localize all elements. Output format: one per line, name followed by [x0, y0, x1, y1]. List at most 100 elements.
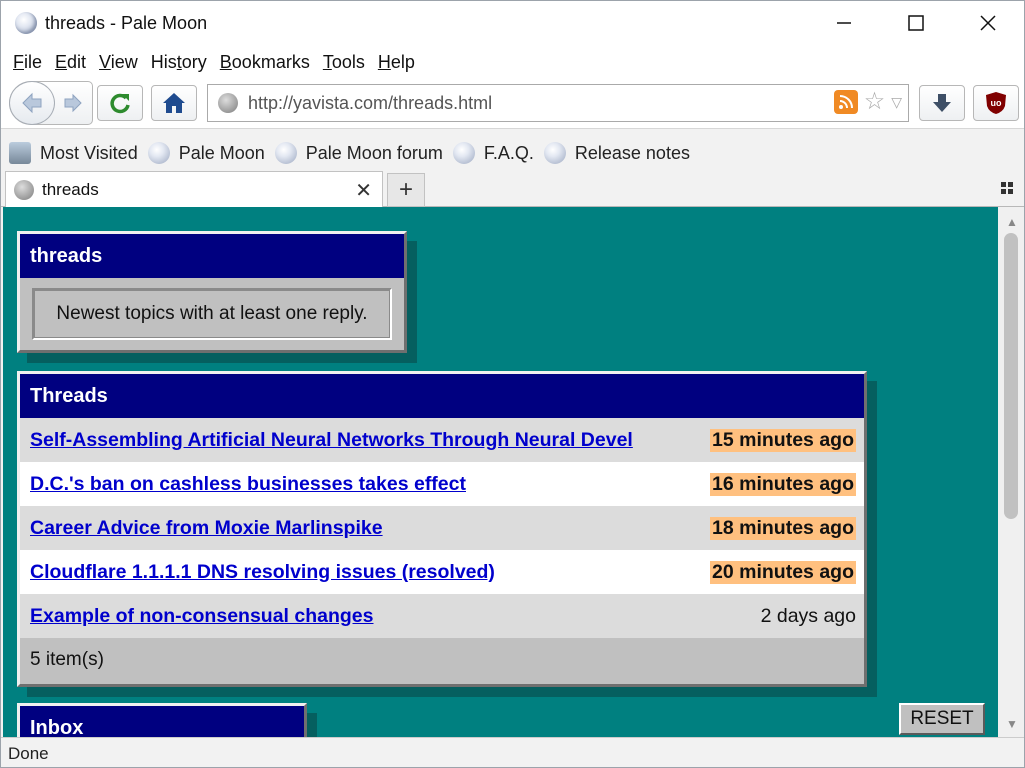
page-content: threads Newest topics with at least one … [3, 207, 998, 737]
threads-table: Self-Assembling Artificial Neural Networ… [20, 418, 864, 638]
panel-title: Inbox [20, 706, 304, 737]
bookmark-star-icon[interactable]: ☆ [864, 90, 886, 114]
bookmark-pale-moon[interactable]: Pale Moon [147, 142, 265, 164]
site-identity-icon[interactable] [218, 93, 238, 113]
back-forward-group [9, 81, 93, 125]
table-row: Cloudflare 1.1.1.1 DNS resolving issues … [20, 550, 864, 594]
status-bar: Done [1, 737, 1024, 767]
bookmark-most-visited[interactable]: Most Visited [9, 142, 138, 164]
minimize-button[interactable] [808, 1, 880, 45]
url-text[interactable]: http://yavista.com/threads.html [248, 93, 492, 114]
bookmarks-toolbar: Most Visited Pale Moon Pale Moon forum F… [1, 135, 1024, 171]
rss-glyph-icon [838, 95, 853, 109]
home-button[interactable] [151, 85, 197, 121]
url-history-dropdown-icon[interactable]: ▽ [891, 94, 902, 111]
downloads-button[interactable] [919, 85, 965, 121]
menu-history[interactable]: History [151, 52, 207, 73]
back-button[interactable] [9, 81, 55, 125]
bookmark-pale-moon-forum[interactable]: Pale Moon forum [274, 142, 443, 164]
inbox-panel: Inbox [17, 703, 307, 737]
pale-moon-icon [274, 142, 297, 164]
maximize-button[interactable] [880, 1, 952, 45]
description-box: Newest topics with at least one reply. [32, 288, 392, 340]
forward-arrow-icon [64, 93, 82, 113]
svg-text:uo: uo [991, 98, 1002, 108]
reload-icon [110, 93, 130, 114]
menu-tools[interactable]: Tools [323, 52, 365, 73]
download-arrow-icon [933, 94, 951, 112]
menu-bookmarks[interactable]: Bookmarks [220, 52, 310, 73]
menu-view[interactable]: View [99, 52, 138, 73]
thread-link[interactable]: Cloudflare 1.1.1.1 DNS resolving issues … [30, 561, 495, 584]
thread-age: 20 minutes ago [710, 560, 856, 584]
bookmark-label: Pale Moon forum [305, 142, 443, 163]
table-row: D.C.'s ban on cashless businesses takes … [20, 462, 864, 506]
tab-bar: threads ✕ + [1, 171, 1024, 208]
reload-button[interactable] [97, 85, 143, 121]
most-visited-icon [9, 142, 31, 164]
tab-threads[interactable]: threads ✕ [5, 171, 383, 208]
close-tab-icon[interactable]: ✕ [355, 178, 372, 203]
tab-title: threads [42, 180, 99, 199]
window-title: threads - Pale Moon [45, 12, 208, 33]
table-row: Career Advice from Moxie Marlinspike 18 m… [20, 506, 864, 550]
close-window-button[interactable] [952, 1, 1024, 45]
list-all-tabs-icon[interactable] [1000, 181, 1014, 198]
bookmark-faq[interactable]: F.A.Q. [452, 142, 534, 164]
table-row: Example of non-consensual changes 2 days … [20, 594, 864, 638]
thread-link[interactable]: Self-Assembling Artificial Neural Networ… [30, 429, 633, 452]
new-tab-button[interactable]: + [387, 173, 425, 207]
scrollbar-thumb[interactable] [1004, 233, 1018, 519]
scroll-up-icon[interactable]: ▲ [1006, 215, 1018, 229]
grid-icon [1001, 182, 1013, 194]
threads-info-panel: threads Newest topics with at least one … [17, 231, 407, 353]
bookmark-label: Release notes [574, 142, 690, 163]
thread-age: 15 minutes ago [710, 428, 856, 452]
back-arrow-icon [22, 92, 42, 114]
navigation-toolbar: http://yavista.com/threads.html ☆ ▽ uo [1, 79, 1024, 129]
url-actions: ☆ ▽ [833, 90, 902, 114]
pale-moon-icon [543, 142, 566, 164]
pale-moon-icon [147, 142, 170, 164]
menu-help[interactable]: Help [378, 52, 415, 73]
bookmark-label: Pale Moon [178, 142, 265, 163]
home-icon [163, 93, 185, 113]
window-controls [808, 1, 1024, 45]
pale-moon-icon [452, 142, 475, 164]
table-row: Self-Assembling Artificial Neural Networ… [20, 418, 864, 462]
thread-age: 16 minutes ago [710, 472, 856, 496]
scroll-down-icon[interactable]: ▼ [1006, 717, 1018, 731]
plus-icon: + [398, 176, 413, 203]
bookmark-label: Most Visited [40, 142, 138, 163]
menu-bar: File Edit View History Bookmarks Tools H… [1, 45, 1024, 79]
threads-list-panel: Threads Self-Assembling Artificial Neura… [17, 371, 867, 687]
bookmark-label: F.A.Q. [483, 142, 534, 163]
reset-button[interactable]: RESET [899, 703, 985, 735]
globe-icon [14, 180, 34, 200]
title-bar: threads - Pale Moon [1, 1, 1024, 45]
thread-age: 2 days ago [760, 604, 856, 627]
vertical-scrollbar[interactable]: ▲ ▼ [998, 207, 1024, 737]
menu-file[interactable]: File [13, 52, 42, 73]
browser-window: threads - Pale Moon File Edit View Histo… [0, 0, 1025, 768]
menu-edit[interactable]: Edit [55, 52, 86, 73]
item-count: 5 item(s) [20, 638, 864, 682]
thread-age: 18 minutes ago [710, 516, 856, 540]
panel-title: threads [20, 234, 404, 278]
maximize-icon [908, 15, 924, 31]
ublock-origin-icon: uo [986, 92, 1006, 114]
close-icon [980, 15, 996, 31]
thread-link[interactable]: Career Advice from Moxie Marlinspike [30, 517, 383, 540]
description-text: Newest topics with at least one reply. [34, 290, 390, 338]
status-text: Done [8, 743, 49, 763]
pale-moon-icon [15, 12, 37, 34]
ublock-button[interactable]: uo [973, 85, 1019, 121]
address-bar[interactable]: http://yavista.com/threads.html ☆ ▽ [207, 84, 909, 122]
forward-button[interactable] [60, 90, 86, 116]
minimize-icon [837, 22, 851, 24]
thread-link[interactable]: Example of non-consensual changes [30, 605, 374, 628]
thread-link[interactable]: D.C.'s ban on cashless businesses takes … [30, 473, 466, 496]
rss-feed-icon[interactable] [833, 90, 858, 114]
bookmark-release-notes[interactable]: Release notes [543, 142, 690, 164]
panel-title: Threads [20, 374, 864, 418]
